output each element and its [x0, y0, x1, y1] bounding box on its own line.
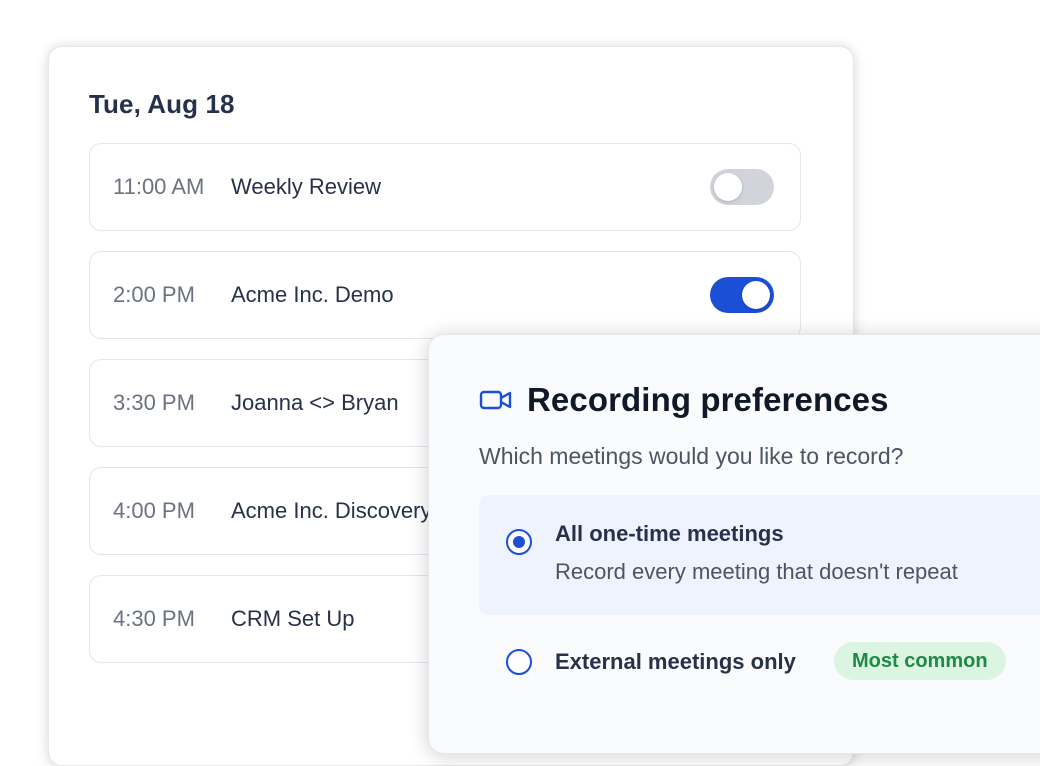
meeting-time: 11:00 AM [113, 174, 205, 199]
video-camera-icon [479, 389, 513, 411]
date-heading: Tue, Aug 18 [89, 89, 235, 119]
option-all-one-time-meetings[interactable]: All one-time meetings Record every meeti… [479, 495, 1040, 615]
meeting-time: 2:00 PM [113, 282, 195, 307]
toggle-knob [742, 281, 770, 309]
meeting-title: Joanna <> Bryan [231, 390, 399, 415]
option-external-meetings-only[interactable]: External meetings only Most common [479, 625, 1040, 697]
panel-question: Which meetings would you like to record? [479, 443, 904, 469]
meeting-row[interactable]: 2:00 PM Acme Inc. Demo [89, 251, 801, 339]
meeting-title: CRM Set Up [231, 606, 355, 631]
option-label: All one-time meetings [555, 521, 784, 546]
record-toggle[interactable] [710, 169, 774, 205]
meeting-row[interactable]: 11:00 AM Weekly Review [89, 143, 801, 231]
panel-title: Recording preferences [527, 381, 889, 418]
radio-dot [513, 536, 525, 548]
meeting-title: Weekly Review [231, 174, 381, 199]
meeting-title: Acme Inc. Discovery [231, 498, 432, 523]
most-common-badge: Most common [834, 642, 1006, 680]
panel-header: Recording preferences [479, 381, 889, 419]
radio-button-selected[interactable] [506, 529, 532, 555]
toggle-knob [714, 173, 742, 201]
meeting-time: 4:30 PM [113, 606, 195, 631]
option-label: External meetings only [555, 649, 796, 674]
meeting-time: 3:30 PM [113, 390, 195, 415]
meeting-title: Acme Inc. Demo [231, 282, 394, 307]
meeting-time: 4:00 PM [113, 498, 195, 523]
radio-button[interactable] [506, 649, 532, 675]
record-toggle[interactable] [710, 277, 774, 313]
recording-preferences-panel: Recording preferences Which meetings wou… [428, 334, 1040, 754]
option-description: Record every meeting that doesn't repeat [555, 559, 958, 584]
